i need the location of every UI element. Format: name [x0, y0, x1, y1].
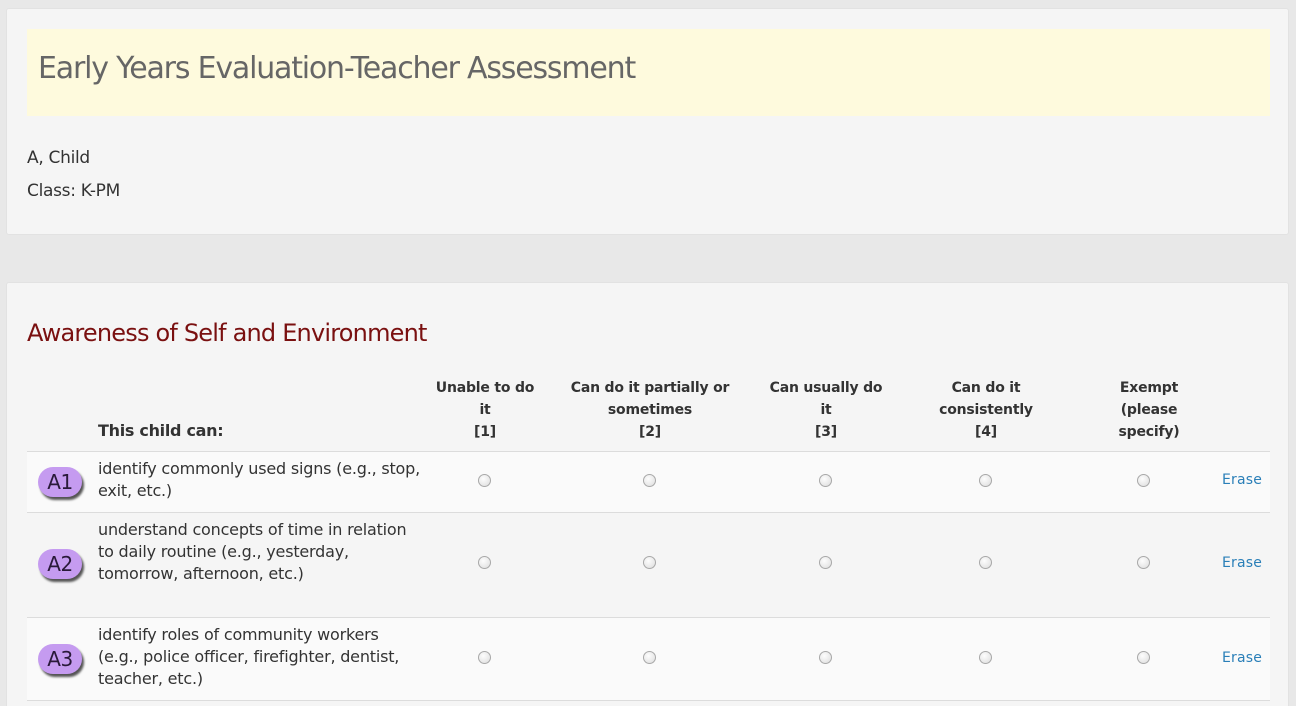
item-code-badge: A3 — [38, 644, 82, 674]
column-header-3: Can usually do it [3] — [769, 380, 883, 440]
rating-radio-3[interactable] — [819, 556, 832, 569]
assessment-table: This child can: Unable to do it [1] Can … — [27, 371, 1270, 701]
student-class: Class: K-PM — [27, 181, 120, 201]
item-text: identify commonly used signs (e.g., stop… — [98, 459, 420, 500]
item-text: identify roles of community workers (e.g… — [98, 625, 400, 688]
table-header: This child can: Unable to do it [1] Can … — [27, 371, 1270, 451]
column-header-2: Can do it partially or sometimes [2] — [570, 380, 730, 440]
erase-link[interactable]: Erase — [1222, 472, 1262, 488]
rating-radio-4[interactable] — [979, 474, 992, 487]
page-title: Early Years Evaluation-Teacher Assessmen… — [38, 51, 636, 86]
item-code-badge: A2 — [38, 549, 82, 579]
assessment-panel: Awareness of Self and Environment This c… — [6, 282, 1289, 706]
table-row: A2 understand concepts of time in relati… — [27, 512, 1270, 617]
column-header-4: Can do it consistently [4] — [939, 380, 1033, 440]
rating-radio-3[interactable] — [819, 474, 832, 487]
column-header-exempt: Exempt (please specify) — [1118, 380, 1180, 440]
student-name: A, Child — [27, 148, 90, 168]
rating-radio-exempt[interactable] — [1137, 651, 1150, 664]
title-banner: Early Years Evaluation-Teacher Assessmen… — [27, 29, 1270, 116]
rating-radio-3[interactable] — [819, 651, 832, 664]
label-column-header: This child can: — [98, 421, 224, 440]
erase-link[interactable]: Erase — [1222, 650, 1262, 666]
rating-radio-1[interactable] — [478, 651, 491, 664]
rating-radio-1[interactable] — [478, 556, 491, 569]
rating-radio-2[interactable] — [643, 556, 656, 569]
rating-radio-exempt[interactable] — [1137, 556, 1150, 569]
column-header-1: Unable to do it [1] — [435, 380, 535, 440]
table-row: A1 identify commonly used signs (e.g., s… — [27, 451, 1270, 512]
rating-radio-2[interactable] — [643, 474, 656, 487]
section-title: Awareness of Self and Environment — [27, 319, 427, 347]
rating-radio-4[interactable] — [979, 651, 992, 664]
rating-radio-4[interactable] — [979, 556, 992, 569]
rating-radio-1[interactable] — [478, 474, 491, 487]
rating-radio-exempt[interactable] — [1137, 474, 1150, 487]
rating-radio-2[interactable] — [643, 651, 656, 664]
table-row: A3 identify roles of community workers (… — [27, 617, 1270, 701]
erase-link[interactable]: Erase — [1222, 555, 1262, 571]
item-code-badge: A1 — [38, 467, 82, 497]
item-text: understand concepts of time in relation … — [98, 520, 407, 583]
student-info-panel: Early Years Evaluation-Teacher Assessmen… — [6, 8, 1289, 235]
